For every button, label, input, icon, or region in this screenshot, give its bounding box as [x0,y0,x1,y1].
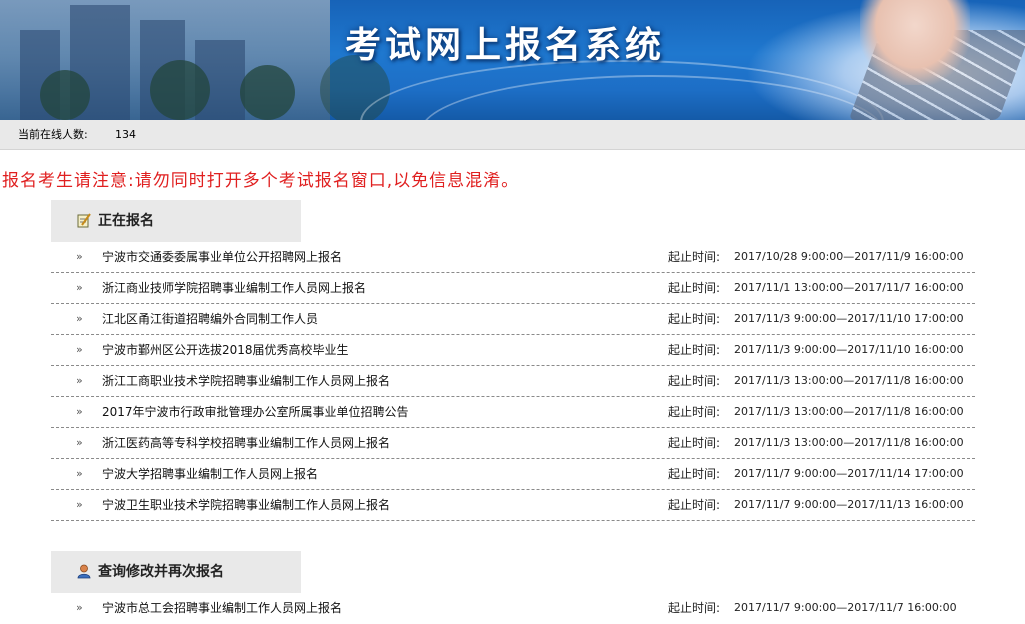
time-label: 起止时间: [668,405,721,419]
exam-link[interactable]: 宁波市总工会招聘事业编制工作人员网上报名 [102,593,342,623]
exam-link[interactable]: 浙江医药高等专科学校招聘事业编制工作人员网上报名 [102,428,390,458]
time-label: 起止时间: [668,601,721,615]
time-range: 2017/11/3 13:00:00—2017/11/8 16:00:00 [734,374,964,387]
list-item: » 宁波市鄞州区公开选拔2018届优秀高校毕业生 起止时间: 2017/11/3 9:… [51,335,975,366]
time-range: 2017/11/3 13:00:00—2017/11/8 16:00:00 [734,436,964,449]
section-heading-registering: 正在报名 [51,200,301,242]
online-count-value: 134 [115,128,136,141]
time-label: 起止时间: [668,312,721,326]
list-item: » 宁波市总工会招聘事业编制工作人员网上报名 起止时间: 2017/11/7 9:00… [51,593,975,624]
exam-link[interactable]: 2017年宁波市行政审批管理办公室所属事业单位招聘公告 [102,397,409,427]
list-item: » 宁波大学招聘事业编制工作人员网上报名 起止时间: 2017/11/7 9:00:0… [51,459,975,490]
time-range: 2017/11/7 9:00:00—2017/11/7 16:00:00 [734,601,957,614]
registering-exam-list: » 宁波市交通委委属事业单位公开招聘网上报名 起止时间: 2017/10/28 9:0… [51,242,975,521]
online-count-bar: 当前在线人数: 134 [0,120,1025,150]
time-label: 起止时间: [668,281,721,295]
bullet-arrow-icon: » [76,467,83,480]
header-banner: 考试网上报名系统 [0,0,1025,120]
time-label: 起止时间: [668,250,721,264]
page-title: 考试网上报名系统 [345,24,666,66]
exam-link[interactable]: 宁波大学招聘事业编制工作人员网上报名 [102,459,318,489]
list-item: » 宁波市交通委委属事业单位公开招聘网上报名 起止时间: 2017/10/28 9:0… [51,242,975,273]
hand-image [860,0,970,85]
exam-link[interactable]: 宁波市鄞州区公开选拔2018届优秀高校毕业生 [102,335,349,365]
query-exam-list: » 宁波市总工会招聘事业编制工作人员网上报名 起止时间: 2017/11/7 9:00… [51,593,975,624]
user-icon [77,564,91,579]
time-label: 起止时间: [668,436,721,450]
bullet-arrow-icon: » [76,405,83,418]
list-item: » 宁波卫生职业技术学院招聘事业编制工作人员网上报名 起止时间: 2017/11/7 … [51,490,975,521]
registration-notice: 报名考生请注意:请勿同时打开多个考试报名窗口,以免信息混淆。 [2,171,520,191]
time-label: 起止时间: [668,343,721,357]
time-range: 2017/11/7 9:00:00—2017/11/14 17:00:00 [734,467,964,480]
time-range: 2017/11/7 9:00:00—2017/11/13 16:00:00 [734,498,964,511]
section-heading-query-modify: 查询修改并再次报名 [51,551,301,593]
section-heading-label: 查询修改并再次报名 [98,564,224,580]
bullet-arrow-icon: » [76,250,83,263]
time-label: 起止时间: [668,374,721,388]
online-count-label: 当前在线人数: [18,128,88,141]
exam-link[interactable]: 江北区甬江街道招聘编外合同制工作人员 [102,304,318,334]
bullet-arrow-icon: » [76,343,83,356]
exam-link[interactable]: 宁波市交通委委属事业单位公开招聘网上报名 [102,242,342,272]
list-item: » 江北区甬江街道招聘编外合同制工作人员 起止时间: 2017/11/3 9:00:0… [51,304,975,335]
time-range: 2017/11/3 13:00:00—2017/11/8 16:00:00 [734,405,964,418]
list-item: » 2017年宁波市行政审批管理办公室所属事业单位招聘公告 起止时间: 2017/11… [51,397,975,428]
time-range: 2017/10/28 9:00:00—2017/11/9 16:00:00 [734,250,964,263]
bullet-arrow-icon: » [76,281,83,294]
time-range: 2017/11/3 9:00:00—2017/11/10 16:00:00 [734,343,964,356]
bullet-arrow-icon: » [76,374,83,387]
bullet-arrow-icon: » [76,312,83,325]
time-range: 2017/11/1 13:00:00—2017/11/7 16:00:00 [734,281,964,294]
section-heading-label: 正在报名 [98,213,154,229]
edit-note-icon [77,213,91,228]
exam-link[interactable]: 浙江商业技师学院招聘事业编制工作人员网上报名 [102,273,366,303]
time-range: 2017/11/3 9:00:00—2017/11/10 17:00:00 [734,312,964,325]
list-item: » 浙江商业技师学院招聘事业编制工作人员网上报名 起止时间: 2017/11/1 13… [51,273,975,304]
bullet-arrow-icon: » [76,601,83,614]
bullet-arrow-icon: » [76,498,83,511]
list-item: » 浙江医药高等专科学校招聘事业编制工作人员网上报名 起止时间: 2017/11/3 … [51,428,975,459]
exam-link[interactable]: 宁波卫生职业技术学院招聘事业编制工作人员网上报名 [102,490,390,520]
time-label: 起止时间: [668,498,721,512]
bullet-arrow-icon: » [76,436,83,449]
time-label: 起止时间: [668,467,721,481]
list-item: » 浙江工商职业技术学院招聘事业编制工作人员网上报名 起止时间: 2017/11/3 … [51,366,975,397]
exam-link[interactable]: 浙江工商职业技术学院招聘事业编制工作人员网上报名 [102,366,390,396]
